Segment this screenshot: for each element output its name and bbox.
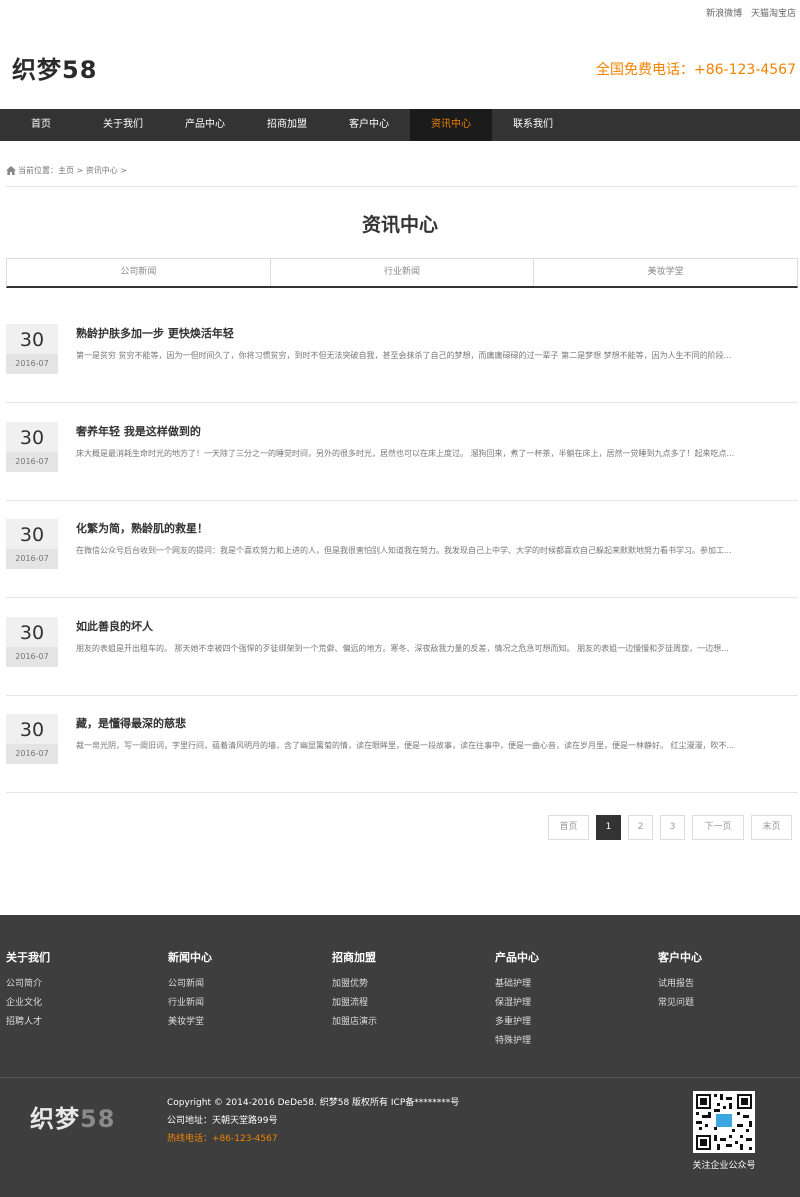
footer-column-news: 新闻中心 公司新闻 行业新闻 美妆学堂 xyxy=(168,949,212,1032)
footer-link[interactable]: 公司简介 xyxy=(6,975,50,994)
footer-column-title: 产品中心 xyxy=(495,951,539,964)
first-page-button[interactable]: 首页 xyxy=(548,815,589,840)
page-3-button[interactable]: 3 xyxy=(660,815,685,840)
page-title: 资讯中心 xyxy=(361,214,438,236)
date-day: 30 xyxy=(19,427,45,449)
nav-item-contact[interactable]: 联系我们 xyxy=(492,109,574,141)
news-title[interactable]: 藏，是懂得最深的慈悲 xyxy=(76,715,186,731)
footer-link[interactable]: 行业新闻 xyxy=(168,994,212,1013)
footer-link[interactable]: 加盟优势 xyxy=(332,975,377,994)
main-nav: 首页 关于我们 产品中心 招商加盟 客户中心 资讯中心 联系我们 xyxy=(0,109,800,141)
date-day: 30 xyxy=(19,622,45,644)
pagination: 首页 1 2 3 下一页 末页 xyxy=(541,815,792,840)
next-page-button[interactable]: 下一页 xyxy=(692,815,744,840)
footer-logo-number: 58 xyxy=(80,1105,116,1133)
page-1-button[interactable]: 1 xyxy=(596,815,621,840)
footer-divider xyxy=(0,1077,800,1078)
nav-item-franchise[interactable]: 招商加盟 xyxy=(246,109,328,141)
last-page-button[interactable]: 末页 xyxy=(751,815,792,840)
footer-column-about: 关于我们 公司简介 企业文化 招聘人才 xyxy=(6,949,50,1032)
footer-link[interactable]: 招聘人才 xyxy=(6,1013,50,1032)
date-day: 30 xyxy=(19,329,45,351)
news-summary: 朋友的表姐是开出租车的。 那天她不幸被四个强悍的歹徒绑架到一个荒僻、偏远的地方。… xyxy=(76,644,729,653)
tmall-shop-link[interactable]: 天猫淘宝店 xyxy=(751,9,796,19)
header-hotline: 全国免费电话：+86-123-4567 xyxy=(596,62,796,78)
breadcrumb: 当前位置：主页 > 资讯中心 > xyxy=(6,165,127,176)
news-title[interactable]: 化繁为简，熟龄肌的救星！ xyxy=(76,520,208,536)
news-item[interactable]: 30 2016-07 藏，是懂得最深的慈悲 裁一帛光阴，写一阕旧词，字里行间，蕴… xyxy=(6,695,798,793)
news-item[interactable]: 30 2016-07 熟龄护肤多加一步 更快焕活年轻 第一是贫穷 贫穷不能等，因… xyxy=(6,305,798,403)
nav-item-about[interactable]: 关于我们 xyxy=(82,109,164,141)
company-address: 公司地址：天朝天堂路99号 xyxy=(167,1116,278,1126)
copyright-text: Copyright © 2014-2016 DeDe58. 织梦58 版权所有 … xyxy=(167,1098,460,1108)
nav-item-products[interactable]: 产品中心 xyxy=(164,109,246,141)
nav-item-news[interactable]: 资讯中心 xyxy=(410,109,492,141)
date-badge: 30 2016-07 xyxy=(6,422,58,472)
qr-caption: 关注企业公众号 xyxy=(692,1161,756,1171)
divider xyxy=(6,186,798,187)
footer-hotline: 热线电话：+86-123-4567 xyxy=(167,1134,278,1144)
nav-item-customer[interactable]: 客户中心 xyxy=(328,109,410,141)
date-month: 2016-07 xyxy=(6,354,58,374)
news-summary: 床大概是最消耗生命时光的地方了！一天除了三分之一的睡觉时间，另外的很多时光，居然… xyxy=(76,449,735,458)
footer-column-title: 招商加盟 xyxy=(332,951,376,964)
footer-logo-text: 织梦 xyxy=(30,1105,80,1133)
top-links: 新浪微博 天猫淘宝店 xyxy=(700,6,796,19)
date-badge: 30 2016-07 xyxy=(6,519,58,569)
tab-company-news[interactable]: 公司新闻 xyxy=(7,259,270,286)
footer-link[interactable]: 多重护理 xyxy=(495,1013,539,1032)
footer-link[interactable]: 特殊护理 xyxy=(495,1032,539,1051)
qr-code-icon xyxy=(693,1091,755,1153)
footer-link[interactable]: 基础护理 xyxy=(495,975,539,994)
news-title[interactable]: 奢养年轻 我是这样做到的 xyxy=(76,423,201,439)
news-summary: 裁一帛光阴，写一阕旧词，字里行间，蕴着清风明月的墙，含了幽显篱菊的情，读在眼眸里… xyxy=(76,741,735,750)
news-item[interactable]: 30 2016-07 化繁为简，熟龄肌的救星！ 在微信公众号后台收到一个网友的提… xyxy=(6,500,798,598)
news-summary: 第一是贫穷 贫穷不能等，因为一但时间久了，你将习惯贫穷，到时不但无法突破自我，甚… xyxy=(76,351,732,360)
news-item[interactable]: 30 2016-07 如此善良的坏人 朋友的表姐是开出租车的。 那天她不幸被四个… xyxy=(6,598,798,696)
date-month: 2016-07 xyxy=(6,452,58,472)
footer-link[interactable]: 常见问题 xyxy=(658,994,702,1013)
page-2-button[interactable]: 2 xyxy=(628,815,653,840)
footer-column-customer: 客户中心 试用报告 常见问题 xyxy=(658,949,702,1013)
footer-link[interactable]: 企业文化 xyxy=(6,994,50,1013)
footer-column-franchise: 招商加盟 加盟优势 加盟流程 加盟店演示 xyxy=(332,949,377,1032)
date-badge: 30 2016-07 xyxy=(6,714,58,764)
footer-link[interactable]: 试用报告 xyxy=(658,975,702,994)
tab-industry-news[interactable]: 行业新闻 xyxy=(269,259,534,286)
news-summary: 在微信公众号后台收到一个网友的提问：我是个喜欢努力和上进的人，但是我很害怕别人知… xyxy=(76,546,732,555)
date-badge: 30 2016-07 xyxy=(6,324,58,374)
footer-column-title: 关于我们 xyxy=(6,951,50,964)
category-tabs: 公司新闻 行业新闻 美妆学堂 xyxy=(6,258,798,288)
footer-column-title: 客户中心 xyxy=(658,951,702,964)
footer: 关于我们 公司简介 企业文化 招聘人才 新闻中心 公司新闻 行业新闻 美妆学堂 … xyxy=(0,915,800,1197)
nav-item-home[interactable]: 首页 xyxy=(0,109,82,141)
footer-link[interactable]: 美妆学堂 xyxy=(168,1013,212,1032)
news-title[interactable]: 如此善良的坏人 xyxy=(76,618,153,634)
footer-logo: 织梦58 xyxy=(30,1099,115,1134)
breadcrumb-text: 当前位置：主页 > 资讯中心 > xyxy=(18,166,128,175)
date-badge: 30 2016-07 xyxy=(6,617,58,667)
footer-column-products: 产品中心 基础护理 保湿护理 多重护理 特殊护理 xyxy=(495,949,539,1051)
date-month: 2016-07 xyxy=(6,744,58,764)
footer-link[interactable]: 加盟店演示 xyxy=(332,1013,377,1032)
footer-link[interactable]: 保湿护理 xyxy=(495,994,539,1013)
footer-link[interactable]: 加盟流程 xyxy=(332,994,377,1013)
weibo-link[interactable]: 新浪微博 xyxy=(706,9,742,19)
date-day: 30 xyxy=(19,719,45,741)
date-month: 2016-07 xyxy=(6,647,58,667)
footer-column-title: 新闻中心 xyxy=(168,951,212,964)
tab-beauty-school[interactable]: 美妆学堂 xyxy=(533,259,797,286)
date-month: 2016-07 xyxy=(6,549,58,569)
news-title[interactable]: 熟龄护肤多加一步 更快焕活年轻 xyxy=(76,325,234,341)
date-day: 30 xyxy=(19,524,45,546)
home-icon xyxy=(6,166,16,175)
footer-info: Copyright © 2014-2016 DeDe58. 织梦58 版权所有 … xyxy=(167,1094,459,1148)
news-item[interactable]: 30 2016-07 奢养年轻 我是这样做到的 床大概是最消耗生命时光的地方了！… xyxy=(6,403,798,501)
site-logo[interactable]: 织梦58 xyxy=(12,50,97,85)
footer-link[interactable]: 公司新闻 xyxy=(168,975,212,994)
